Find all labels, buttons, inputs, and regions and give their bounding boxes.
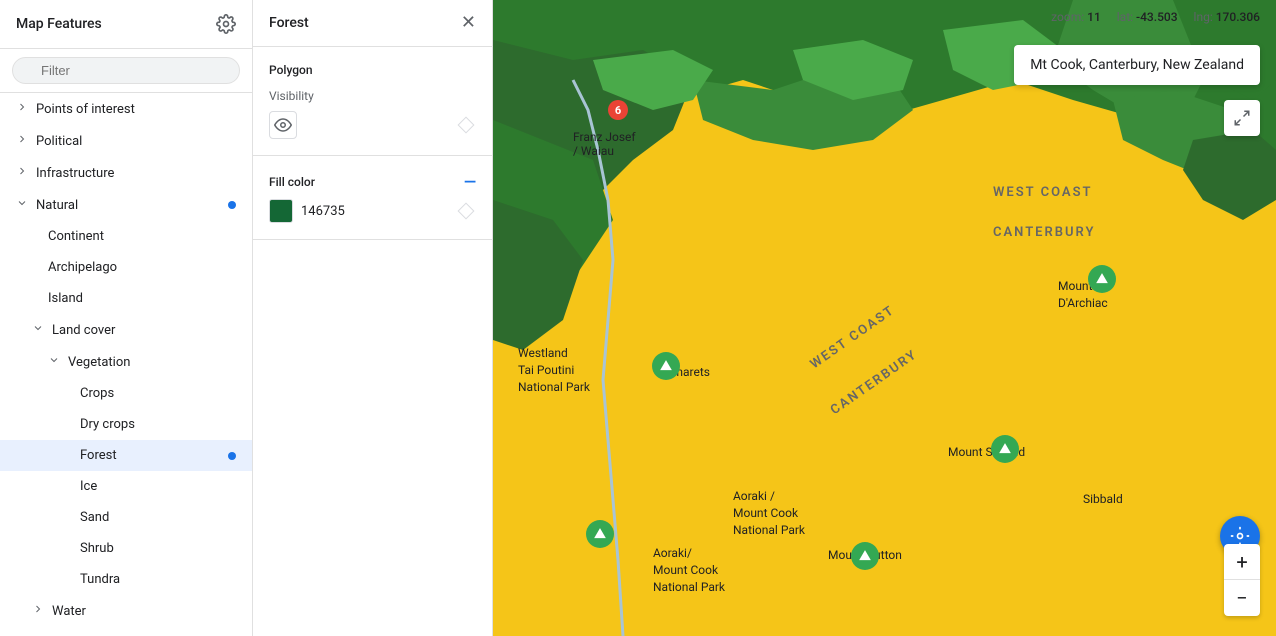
- close-button[interactable]: ✕: [461, 14, 476, 32]
- visibility-toggle[interactable]: [269, 111, 297, 139]
- left-panel: Map Features Points of interest Political…: [0, 0, 253, 636]
- nav-label-infrastructure: Infrastructure: [36, 166, 114, 181]
- fill-color-diamond[interactable]: [456, 201, 476, 221]
- active-dot-forest: [228, 452, 236, 460]
- zoom-in-button[interactable]: +: [1224, 544, 1260, 580]
- road-marker-6: 6: [608, 100, 628, 120]
- fill-color-row: 146735: [269, 199, 476, 223]
- nav-label-dry-crops: Dry crops: [80, 417, 135, 432]
- nav-item-political[interactable]: Political: [0, 125, 252, 157]
- forest-detail-panel: Forest ✕ Polygon Visibility Fill color —: [253, 0, 493, 636]
- nav-item-water[interactable]: Water: [0, 595, 252, 627]
- nav-label-continent: Continent: [48, 229, 104, 244]
- nav-label-points-of-interest: Points of interest: [36, 102, 135, 117]
- polygon-section: Polygon Visibility: [253, 47, 492, 156]
- visibility-diamond[interactable]: [456, 115, 476, 135]
- chevron-icon-vegetation: [48, 354, 64, 370]
- zoom-label: zoom: 11: [1051, 10, 1101, 24]
- zoom-out-button[interactable]: −: [1224, 580, 1260, 616]
- map-coordinates-bar: zoom: 11 lat: -43.503 lng: 170.306: [1035, 0, 1276, 34]
- nav-item-shrub[interactable]: Shrub: [0, 533, 252, 564]
- lng-label: lng: 170.306: [1194, 10, 1260, 24]
- nav-item-natural[interactable]: Natural: [0, 189, 252, 221]
- map-svg: [493, 0, 1276, 636]
- polygon-label: Polygon: [269, 63, 476, 77]
- filter-input[interactable]: [12, 57, 240, 84]
- nav-item-vegetation[interactable]: Vegetation: [0, 346, 252, 378]
- visibility-row: [269, 111, 476, 139]
- chevron-icon-political: [16, 133, 32, 149]
- nav-item-ice[interactable]: Ice: [0, 471, 252, 502]
- fill-color-label: Fill color: [269, 175, 315, 189]
- nav-label-island: Island: [48, 291, 83, 306]
- hex-value[interactable]: 146735: [301, 204, 345, 219]
- nav-item-sand[interactable]: Sand: [0, 502, 252, 533]
- nav-item-tundra[interactable]: Tundra: [0, 564, 252, 595]
- nav-item-infrastructure[interactable]: Infrastructure: [0, 157, 252, 189]
- lng-value: 170.306: [1216, 10, 1260, 24]
- nav-item-background[interactable]: Background: [0, 627, 252, 636]
- color-swatch[interactable]: [269, 199, 293, 223]
- nav-item-dry-crops[interactable]: Dry crops: [0, 409, 252, 440]
- forest-panel-header: Forest ✕: [253, 0, 492, 47]
- nav-item-island[interactable]: Island: [0, 283, 252, 314]
- nav-label-land-cover: Land cover: [52, 323, 115, 338]
- nav-list: Points of interest Political Infrastructur…: [0, 93, 252, 636]
- fill-color-minus[interactable]: —: [464, 172, 476, 191]
- color-picker-row: 146735: [269, 199, 345, 223]
- nav-label-archipelago: Archipelago: [48, 260, 117, 275]
- nav-item-continent[interactable]: Continent: [0, 221, 252, 252]
- forest-title: Forest: [269, 15, 309, 31]
- chevron-icon-infrastructure: [16, 165, 32, 181]
- map-area[interactable]: zoom: 11 lat: -43.503 lng: 170.306 Mt Co…: [493, 0, 1276, 636]
- lat-label: lat: -43.503: [1117, 10, 1178, 24]
- chevron-icon-points-of-interest: [16, 101, 32, 117]
- nav-label-ice: Ice: [80, 479, 97, 494]
- filter-bar: [0, 49, 252, 93]
- nav-label-political: Political: [36, 134, 82, 149]
- lat-value: -43.503: [1136, 10, 1178, 24]
- active-dot-natural: [228, 201, 236, 209]
- settings-button[interactable]: [216, 14, 236, 34]
- nav-label-forest: Forest: [80, 448, 117, 463]
- visibility-label: Visibility: [269, 89, 476, 103]
- nav-item-crops[interactable]: Crops: [0, 378, 252, 409]
- zoom-value: 11: [1087, 10, 1101, 24]
- location-text: Mt Cook, Canterbury, New Zealand: [1030, 57, 1244, 73]
- nav-label-shrub: Shrub: [80, 541, 114, 556]
- nav-label-sand: Sand: [80, 510, 109, 525]
- nav-label-natural: Natural: [36, 198, 78, 213]
- nav-label-crops: Crops: [80, 386, 114, 401]
- location-box: Mt Cook, Canterbury, New Zealand: [1014, 45, 1260, 85]
- fullscreen-button[interactable]: [1224, 100, 1260, 136]
- left-panel-header: Map Features: [0, 0, 252, 49]
- chevron-icon-water: [32, 603, 48, 619]
- nav-item-land-cover[interactable]: Land cover: [0, 314, 252, 346]
- zoom-controls: + −: [1224, 544, 1260, 616]
- chevron-icon-land-cover: [32, 322, 48, 338]
- fill-color-section: Fill color — 146735: [253, 156, 492, 240]
- nav-item-forest[interactable]: Forest: [0, 440, 252, 471]
- map-features-title: Map Features: [16, 16, 102, 32]
- nav-label-vegetation: Vegetation: [68, 355, 130, 370]
- nav-item-points-of-interest[interactable]: Points of interest: [0, 93, 252, 125]
- nav-item-archipelago[interactable]: Archipelago: [0, 252, 252, 283]
- nav-label-water: Water: [52, 604, 86, 619]
- nav-label-tundra: Tundra: [80, 572, 120, 587]
- chevron-icon-natural: [16, 197, 32, 213]
